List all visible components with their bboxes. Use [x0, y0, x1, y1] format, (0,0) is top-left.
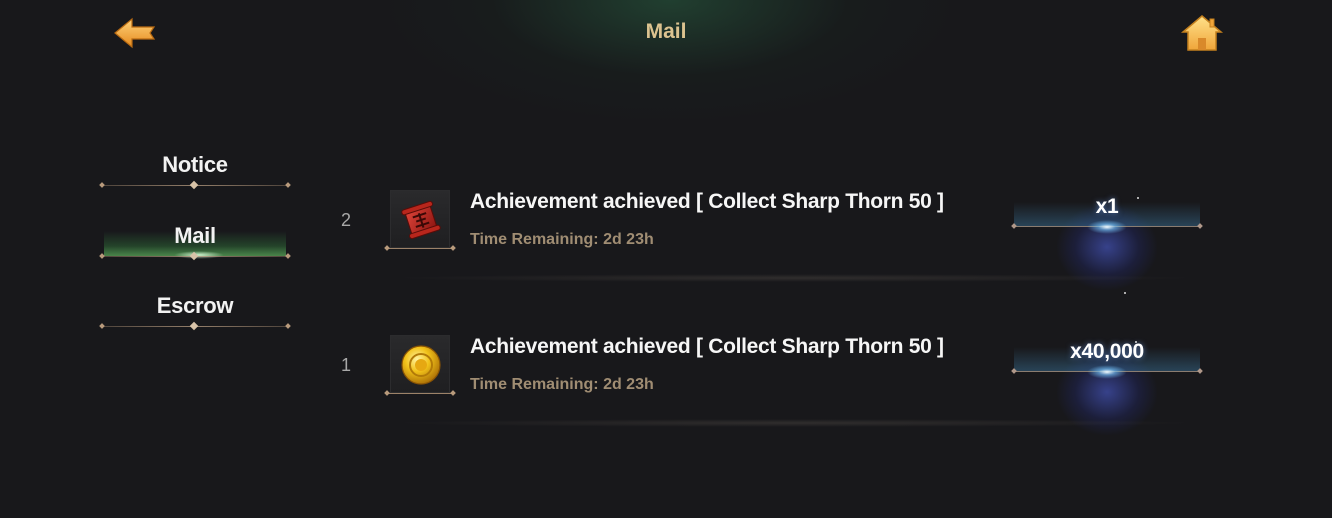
- mail-index: 2: [340, 210, 351, 230]
- row-separator: [390, 274, 1200, 282]
- item-slot[interactable]: [387, 335, 453, 394]
- tab-notice[interactable]: Notice: [100, 146, 290, 192]
- tab-ornament: [189, 180, 199, 190]
- tab-label: Escrow: [156, 293, 234, 318]
- tab-label: Notice: [162, 152, 228, 177]
- tab-ornament: [189, 321, 199, 331]
- row-separator: [390, 419, 1200, 427]
- mail-row[interactable]: 2 Achievement achieved [ Collect Sharp T…: [330, 190, 1210, 300]
- header-glow: [390, 0, 950, 120]
- sparkle: [1135, 341, 1137, 343]
- item-slot[interactable]: [387, 190, 453, 249]
- mail-title: Achievement achieved [ Collect Sharp Tho…: [470, 335, 944, 358]
- home-button[interactable]: [1180, 12, 1224, 54]
- tab-label: Mail: [174, 223, 216, 248]
- mail-row[interactable]: 1 Achievement achieved [ Collect Sharp T…: [330, 335, 1210, 445]
- mail-title: Achievement achieved [ Collect Sharp Tho…: [470, 190, 944, 213]
- scroll-icon: [401, 200, 441, 240]
- reward-amount: x1: [1095, 195, 1119, 218]
- back-arrow-icon: [114, 17, 156, 49]
- page-title: Mail: [645, 20, 687, 43]
- mail-time-remaining: Time Remaining: 2d 23h: [470, 376, 654, 393]
- tab-escrow[interactable]: Escrow: [100, 287, 290, 333]
- back-button[interactable]: [112, 14, 158, 52]
- gold-coin-icon: [401, 345, 441, 385]
- tab-mail[interactable]: Mail: [100, 217, 290, 263]
- reward-flare: [1087, 365, 1127, 379]
- sparkle: [1124, 292, 1126, 294]
- sparkle: [1137, 197, 1139, 199]
- reward-flare: [1087, 220, 1127, 234]
- slot-underline: [387, 248, 453, 249]
- reward-amount: x40,000: [1070, 340, 1144, 363]
- mail-time-remaining: Time Remaining: 2d 23h: [470, 231, 654, 248]
- home-icon: [1180, 15, 1224, 51]
- mail-index: 1: [340, 355, 351, 375]
- slot-underline: [387, 393, 453, 394]
